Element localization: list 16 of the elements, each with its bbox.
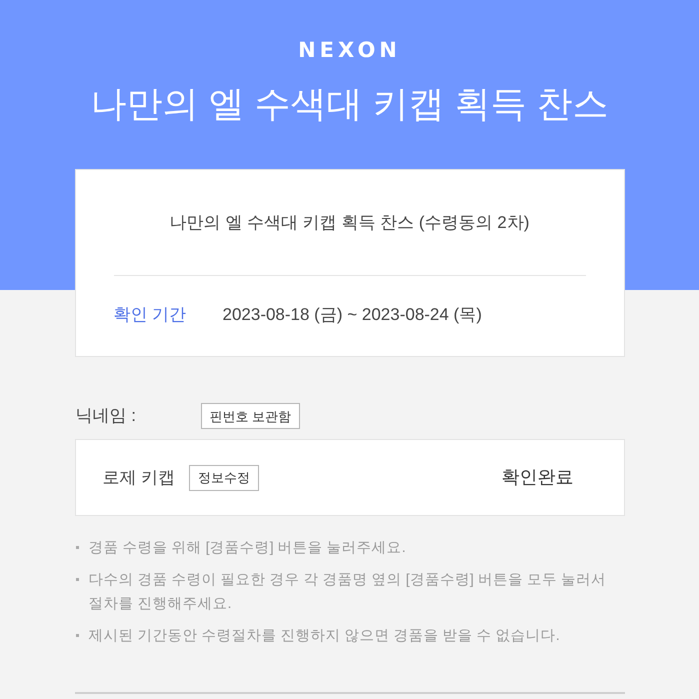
bullet-icon — [76, 546, 78, 549]
bullet-icon — [76, 578, 78, 581]
period-dates: 2023-08-18 (금) ~ 2023-08-24 (목) — [222, 304, 482, 326]
nickname-label: 닉네임 : — [74, 405, 137, 428]
item-name: 로제 키캡 — [102, 466, 176, 489]
note-text: 제시된 기간동안 수령절차를 진행하지 않으면 경품을 받을 수 없습니다. — [88, 627, 561, 646]
bullet-icon — [76, 634, 78, 637]
status-text: 확인완료 — [502, 466, 574, 489]
edit-info-button[interactable]: 정보수정 — [189, 464, 260, 490]
nexon-logo: NEXON — [298, 38, 401, 62]
period-label: 확인 기간 — [114, 304, 188, 326]
note-text: 경품 수령을 위해 [경품수령] 버튼을 눌러주세요. — [88, 539, 407, 558]
pin-storage-button[interactable]: 핀번호 보관함 — [200, 403, 300, 429]
event-name: 나만의 엘 수색대 키캡 획득 찬스 (수령동의 2차) — [114, 170, 586, 276]
note-text: 다수의 경품 수령이 필요한 경우 각 경품명 옆의 [경품수령] 버튼을 모두 눌러서 절차를 진행해주세요. — [88, 571, 607, 614]
page-title: 나만의 엘 수색대 키캡 획득 찬스 — [90, 82, 608, 126]
